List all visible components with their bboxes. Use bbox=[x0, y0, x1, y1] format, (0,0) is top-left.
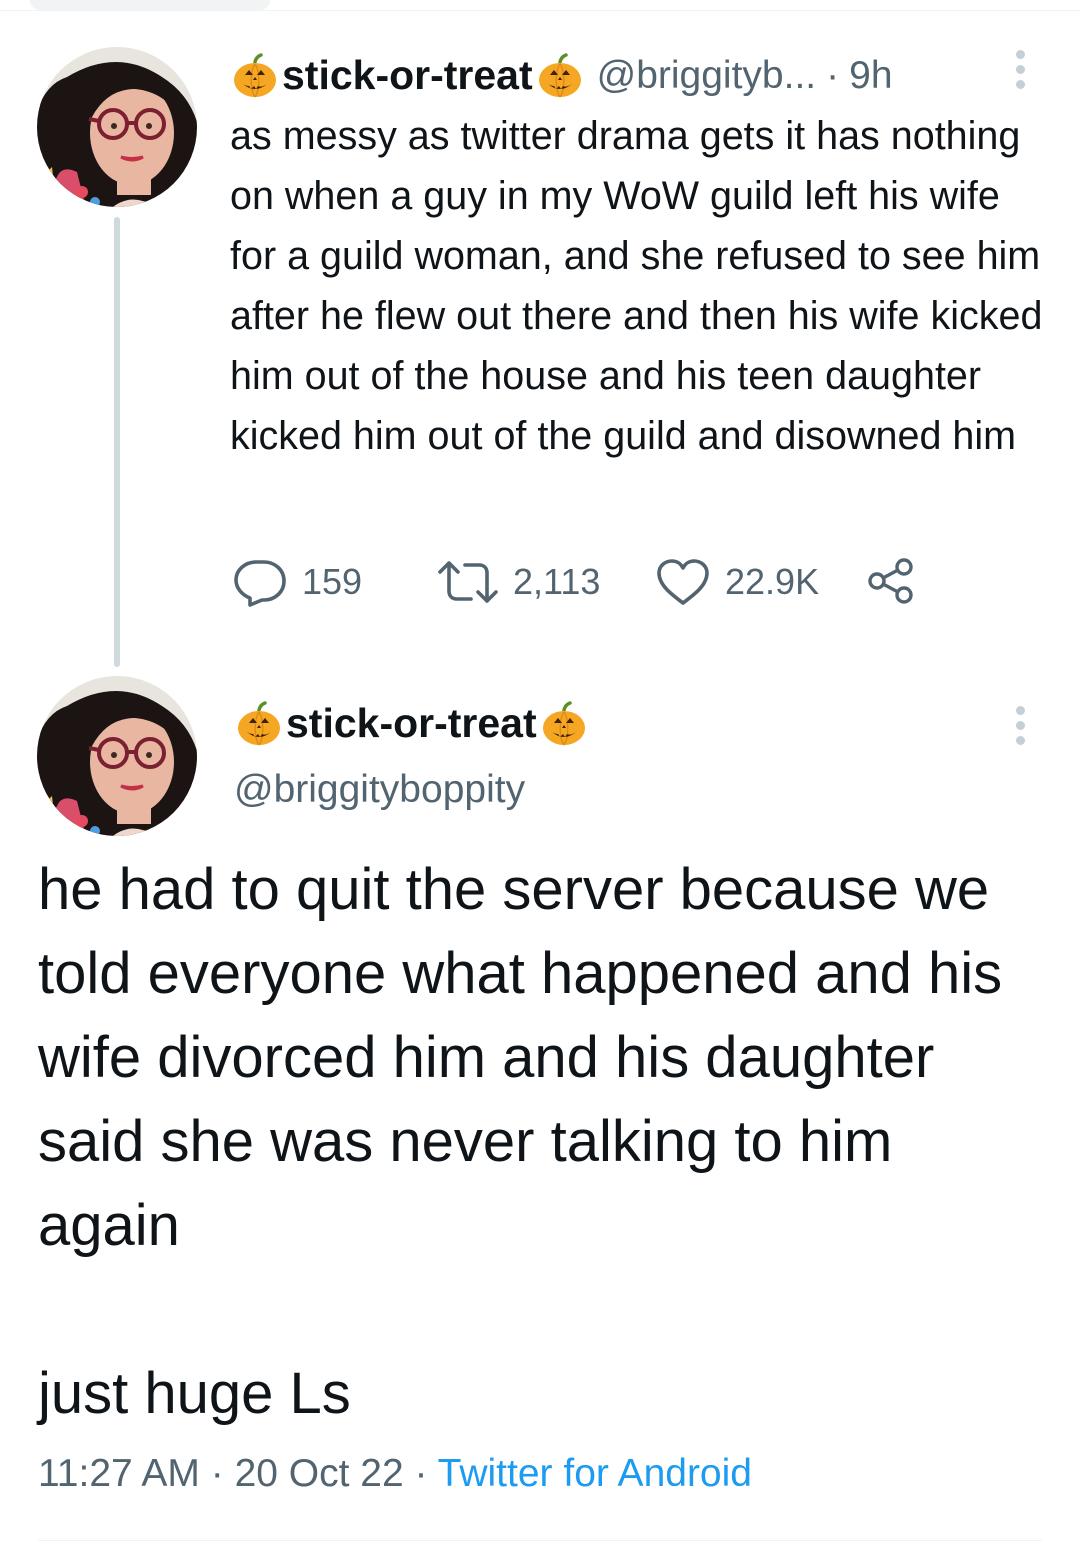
jack-o-lantern-icon bbox=[236, 701, 282, 747]
jack-o-lantern-icon bbox=[232, 53, 278, 99]
like-button[interactable]: 22.9K bbox=[655, 557, 867, 607]
share-icon bbox=[868, 558, 913, 604]
tweet1-header: stick-or-treat @briggityb... · 9h bbox=[232, 52, 893, 99]
retweet-count: 2,113 bbox=[513, 561, 601, 602]
heart-icon bbox=[657, 559, 709, 605]
retweet-button[interactable]: 2,113 bbox=[437, 557, 655, 607]
share-button[interactable] bbox=[867, 557, 915, 607]
like-count: 22.9K bbox=[725, 561, 820, 602]
tweet2-header: stick-or-treat bbox=[236, 700, 587, 747]
bottom-divider bbox=[38, 1540, 1042, 1541]
separator-dot: · bbox=[826, 53, 840, 97]
tweet2-text-paragraph: he had to quit the server because we tol… bbox=[38, 857, 1003, 1258]
separator-dot: · bbox=[210, 1452, 224, 1495]
tweet2-text-paragraph: just huge Ls bbox=[38, 1361, 351, 1426]
tweet2-text: he had to quit the server because we tol… bbox=[38, 848, 1048, 1436]
tweet-source-link[interactable]: Twitter for Android bbox=[438, 1452, 752, 1495]
avatar[interactable] bbox=[37, 47, 197, 207]
jack-o-lantern-icon bbox=[537, 53, 583, 99]
retweet-icon bbox=[438, 561, 498, 603]
avatar-image bbox=[37, 676, 197, 836]
tweet2-handle[interactable]: @briggityboppity bbox=[234, 768, 525, 812]
reply-count: 159 bbox=[302, 561, 363, 602]
top-divider bbox=[0, 0, 1080, 12]
tweet1-display-name[interactable]: stick-or-treat bbox=[282, 52, 533, 99]
tweet1-action-bar: 159 2,113 22.9K bbox=[232, 552, 915, 612]
tweet1-timestamp[interactable]: 9h bbox=[849, 54, 892, 98]
jack-o-lantern-icon bbox=[541, 701, 587, 747]
more-vertical-icon[interactable] bbox=[1013, 50, 1027, 89]
tweet-time[interactable]: 11:27 AM bbox=[38, 1452, 200, 1495]
tweet2-display-name[interactable]: stick-or-treat bbox=[286, 700, 537, 747]
tweet1-text: as messy as twitter drama gets it has no… bbox=[230, 114, 1043, 458]
reply-icon bbox=[234, 560, 286, 607]
thread-connector-line bbox=[114, 217, 120, 667]
separator-dot: · bbox=[414, 1452, 428, 1495]
reply-button[interactable]: 159 bbox=[232, 557, 437, 607]
tweet1-handle[interactable]: @briggityb... bbox=[597, 54, 817, 98]
avatar-image bbox=[37, 47, 197, 207]
tweet2-metadata: 11:27 AM · 20 Oct 22 · Twitter for Andro… bbox=[38, 1452, 752, 1496]
more-vertical-icon[interactable] bbox=[1013, 706, 1027, 745]
tweet-date[interactable]: 20 Oct 22 bbox=[235, 1452, 404, 1495]
avatar[interactable] bbox=[37, 676, 197, 836]
